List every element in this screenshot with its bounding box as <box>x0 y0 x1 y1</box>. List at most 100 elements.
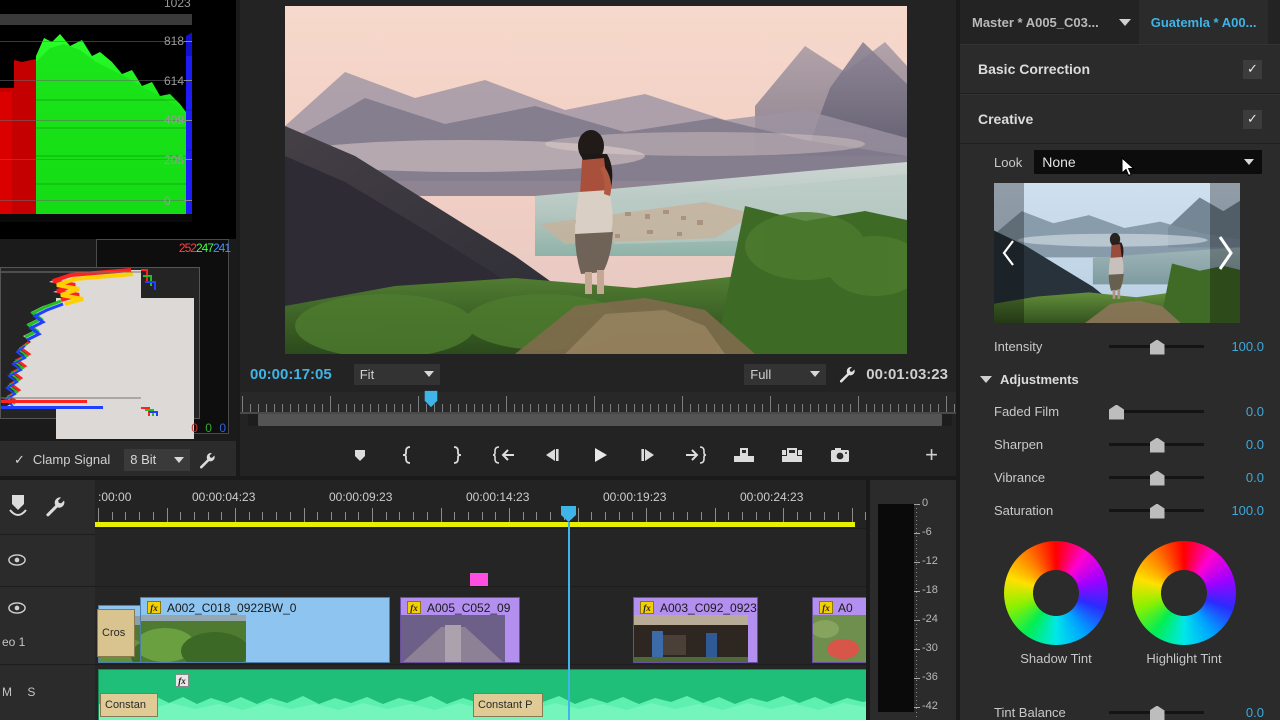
timeline-tracks-area[interactable]: :00:00 00:00:04:23 00:00:09:23 00:00:14:… <box>95 478 870 720</box>
look-preview-thumbnail[interactable] <box>994 183 1240 323</box>
monitor-playhead[interactable] <box>423 390 439 408</box>
tab-guatemla[interactable]: Guatemla * A00... <box>1139 0 1269 44</box>
look-prev-arrow[interactable] <box>994 183 1024 323</box>
step-forward-button[interactable] <box>635 442 661 468</box>
time-label-3: 00:00:14:23 <box>466 490 529 504</box>
lumetri-scopes-panel: 1023 818 614 409 205 0 252247241 <box>0 0 236 478</box>
add-marker-button[interactable] <box>347 442 373 468</box>
audio-meter-label--30: -30 <box>922 642 938 654</box>
track-mute-solo-label[interactable]: M S <box>2 685 41 699</box>
step-back-button[interactable] <box>539 442 565 468</box>
eye-icon[interactable] <box>8 553 26 567</box>
highlight-tint-wheel[interactable] <box>1132 541 1236 645</box>
program-monitor-video[interactable] <box>285 6 907 354</box>
current-timecode[interactable]: 00:00:17:05 <box>250 366 332 383</box>
go-to-out-button[interactable] <box>683 442 709 468</box>
wrench-icon[interactable] <box>838 365 856 383</box>
highlight-tint-control[interactable]: Highlight Tint <box>1132 541 1236 666</box>
vibrance-value[interactable]: 0.0 <box>1204 470 1264 485</box>
work-area-bar[interactable] <box>95 522 855 527</box>
export-frame-button[interactable] <box>827 442 853 468</box>
monitor-time-ruler[interactable] <box>240 392 960 414</box>
shadow-tint-label: Shadow Tint <box>1004 651 1108 666</box>
clip-v1-a003-c092[interactable]: fx A003_C092_0923 <box>633 597 758 663</box>
audio-transition-left[interactable]: Constan <box>100 693 158 717</box>
track-header-audio-1[interactable]: M S <box>0 664 95 720</box>
audio-meter-clip-indicators[interactable] <box>878 496 914 504</box>
playback-resolution-select[interactable]: Full <box>744 364 826 385</box>
tint-balance-slider[interactable] <box>1109 703 1204 720</box>
adjustments-header[interactable]: Adjustments <box>960 363 1280 395</box>
audio-transition-right[interactable]: Constant P <box>473 693 543 717</box>
scope-scrollbar[interactable] <box>0 14 193 25</box>
lift-button[interactable] <box>731 442 757 468</box>
histogram-scope[interactable]: 252247241 <box>0 239 236 439</box>
transition-cross-dissolve-v1[interactable]: Cros <box>97 609 135 657</box>
tab-master[interactable]: Master * A005_C03... <box>960 0 1111 44</box>
histogram-min-values: 0 0 0 <box>191 421 228 435</box>
faded-film-value[interactable]: 0.0 <box>1204 404 1264 419</box>
clip-v1-a005-c052[interactable]: fx A005_C052_09 <box>400 597 520 663</box>
track-header-video-2[interactable] <box>0 534 95 586</box>
audio-meter-dot <box>916 556 917 557</box>
monitor-scrollbar[interactable] <box>248 414 952 426</box>
tint-balance-label: Tint Balance <box>994 705 1109 720</box>
mark-in-button[interactable] <box>395 442 421 468</box>
audio-meter-dot <box>916 504 917 505</box>
wrench-icon[interactable] <box>198 451 216 469</box>
creative-checkbox[interactable]: ✓ <box>1243 110 1262 129</box>
fx-badge-icon: fx <box>640 601 654 614</box>
adjustments-label: Adjustments <box>1000 372 1079 387</box>
faded-film-slider[interactable] <box>1109 402 1204 422</box>
track-header-video-1[interactable]: eo 1 <box>0 586 95 664</box>
sharpen-value[interactable]: 0.0 <box>1204 437 1264 452</box>
audio-meter-dot <box>916 508 917 509</box>
bit-depth-select[interactable]: 8 Bit <box>124 449 190 471</box>
clip-v1-last[interactable]: fx A0 <box>812 597 870 663</box>
fx-badge-icon: fx <box>147 601 161 614</box>
tint-balance-value[interactable]: 0.0 <box>1204 705 1264 720</box>
wrench-icon[interactable] <box>44 495 66 517</box>
mark-out-button[interactable] <box>443 442 469 468</box>
track-video-2[interactable]: fx A00? fx A005_C037_09255G fx <box>95 528 870 586</box>
track-video-1[interactable]: fx A002_C018_0922BW_0 Cros fx A005_C052_… <box>95 586 870 664</box>
audio-meters-panel[interactable]: 0-6-12-18-24-30-36-42 <box>870 478 960 720</box>
snap-marker-icon[interactable] <box>8 493 30 519</box>
basic-correction-checkbox[interactable]: ✓ <box>1243 60 1262 79</box>
panel-divider-vertical-1[interactable] <box>236 0 240 478</box>
audio-meter-dot <box>916 604 917 605</box>
track-audio-1[interactable]: fx Constan Constant P <box>95 664 870 720</box>
button-editor-button[interactable]: + <box>925 442 938 468</box>
go-to-in-button[interactable] <box>491 442 517 468</box>
look-next-arrow[interactable] <box>1210 183 1240 323</box>
section-basic-correction[interactable]: Basic Correction ✓ <box>960 44 1280 94</box>
look-select[interactable]: None <box>1034 150 1262 174</box>
eye-icon[interactable] <box>8 601 26 615</box>
rgb-parade-scope[interactable]: 1023 818 614 409 205 0 <box>0 0 236 239</box>
audio-meter-dot <box>916 560 917 561</box>
audio-meter-dot <box>916 644 917 645</box>
extract-button[interactable] <box>779 442 805 468</box>
intensity-slider[interactable] <box>1109 337 1204 357</box>
section-creative[interactable]: Creative ✓ <box>960 94 1280 144</box>
sharpen-slider[interactable] <box>1109 435 1204 455</box>
panel-divider-vertical-2[interactable] <box>956 0 960 720</box>
timeline-playhead[interactable] <box>561 506 576 522</box>
shadow-tint-control[interactable]: Shadow Tint <box>1004 541 1108 666</box>
play-stop-button[interactable] <box>587 442 613 468</box>
zoom-level-select[interactable]: Fit <box>354 364 440 385</box>
panel-divider-vertical-3[interactable] <box>866 480 870 720</box>
saturation-value[interactable]: 100.0 <box>1204 503 1264 518</box>
chevron-down-icon[interactable] <box>1119 19 1131 26</box>
clip-v1-a002-c018[interactable]: fx A002_C018_0922BW_0 <box>140 597 390 663</box>
shadow-tint-wheel[interactable] <box>1004 541 1108 645</box>
vibrance-slider[interactable] <box>1109 468 1204 488</box>
panel-divider-horizontal[interactable] <box>0 476 960 480</box>
audio-meter-dot <box>916 584 917 585</box>
clip-name: A003_C092_0923 <box>660 601 757 615</box>
saturation-slider[interactable] <box>1109 501 1204 521</box>
chevron-down-icon <box>174 457 184 463</box>
intensity-value[interactable]: 100.0 <box>1204 339 1264 354</box>
clamp-signal-checkbox[interactable]: ✓ <box>14 452 25 468</box>
timeline-time-ruler[interactable]: :00:00 00:00:04:23 00:00:09:23 00:00:14:… <box>95 478 870 528</box>
